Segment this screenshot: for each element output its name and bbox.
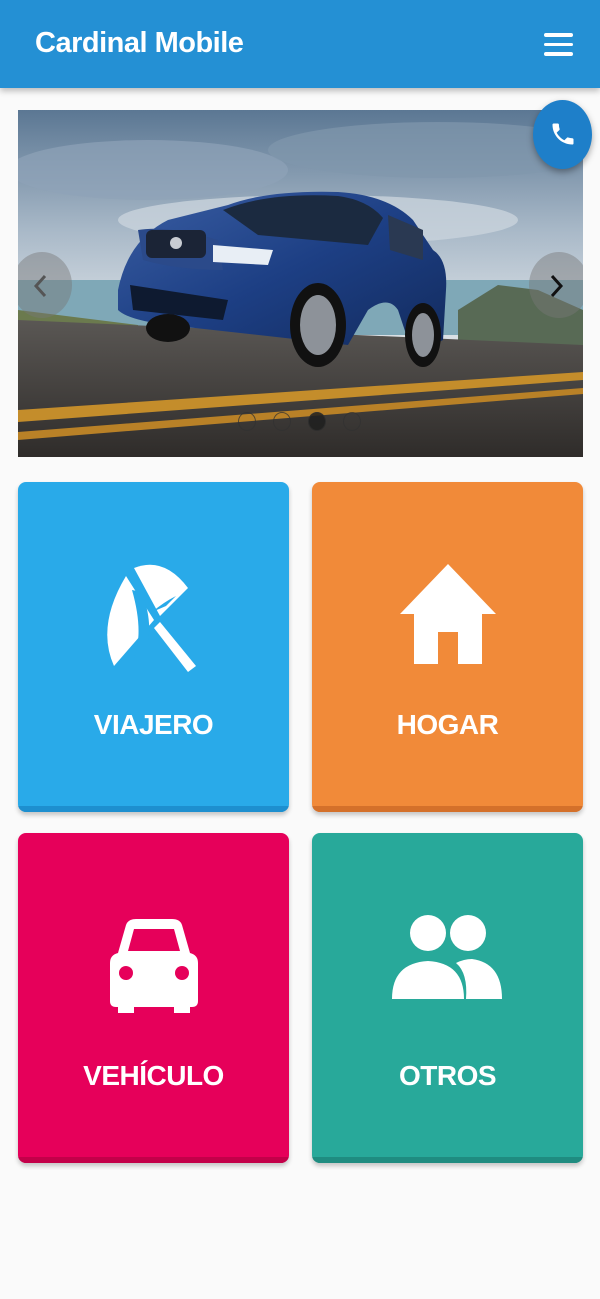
tile-bottom-edge bbox=[18, 1157, 289, 1163]
app-title: Cardinal Mobile bbox=[35, 27, 244, 59]
app-bar: Cardinal Mobile bbox=[0, 0, 600, 88]
carousel-slide-image bbox=[18, 110, 583, 457]
tile-otros[interactable]: OTROS bbox=[312, 833, 583, 1163]
tile-label: VEHÍCULO bbox=[83, 1060, 224, 1091]
tile-icon-wrap bbox=[18, 562, 289, 672]
tile-label: OTROS bbox=[398, 1060, 497, 1091]
carousel-dot-1[interactable] bbox=[238, 412, 256, 431]
tile-bottom-edge bbox=[18, 806, 289, 812]
beach-umbrella-icon bbox=[106, 564, 196, 672]
tile-icon-wrap bbox=[312, 562, 583, 672]
carousel-dot-4[interactable] bbox=[343, 412, 361, 431]
chevron-left-icon bbox=[33, 274, 47, 298]
tile-label: VIAJERO bbox=[93, 709, 214, 740]
home-icon bbox=[399, 564, 496, 664]
tile-icon-wrap bbox=[18, 913, 289, 1023]
tile-bottom-edge bbox=[312, 806, 583, 812]
carousel-dot-2[interactable] bbox=[273, 412, 291, 431]
tile-bottom-edge bbox=[312, 1157, 583, 1163]
carousel-pagination bbox=[238, 412, 361, 432]
image-carousel[interactable] bbox=[18, 110, 583, 457]
phone-icon bbox=[552, 123, 574, 145]
carousel-dot-3[interactable] bbox=[308, 412, 326, 431]
call-button[interactable] bbox=[533, 100, 592, 169]
tile-vehiculo[interactable]: VEHÍCULO bbox=[18, 833, 289, 1163]
hamburger-menu-icon[interactable] bbox=[544, 33, 574, 57]
tile-viajero[interactable]: VIAJERO bbox=[18, 482, 289, 812]
tile-label: HOGAR bbox=[396, 709, 499, 740]
car-icon bbox=[109, 919, 198, 1013]
people-icon bbox=[391, 915, 502, 999]
tile-icon-wrap bbox=[312, 913, 583, 1023]
tile-hogar[interactable]: HOGAR bbox=[312, 482, 583, 812]
chevron-right-icon bbox=[550, 274, 564, 298]
carousel-next-button[interactable] bbox=[529, 252, 583, 318]
